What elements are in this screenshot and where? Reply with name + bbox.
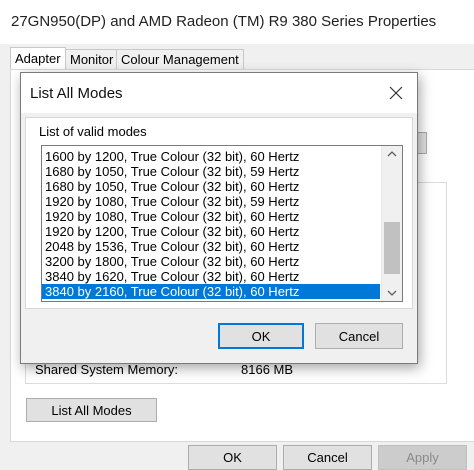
tab-monitor[interactable]: Monitor [65, 49, 119, 69]
apply-button[interactable]: Apply [378, 445, 467, 470]
dialog-cancel-button[interactable]: Cancel [315, 323, 403, 349]
list-all-modes-dialog: List All Modes List of valid modes 1600 … [20, 72, 418, 364]
modes-scrollbar[interactable] [381, 146, 402, 301]
shared-memory-value: 8166 MB [241, 362, 294, 377]
list-item[interactable]: 1680 by 1050, True Colour (32 bit), 59 H… [42, 164, 380, 179]
close-icon[interactable] [385, 82, 407, 104]
list-item[interactable]: 1680 by 1050, True Colour (32 bit), 60 H… [42, 179, 380, 194]
modes-list: 1600 by 1200, True Colour (32 bit), 60 H… [42, 149, 380, 299]
list-item[interactable]: 1920 by 1080, True Colour (32 bit), 59 H… [42, 194, 380, 209]
ok-button[interactable]: OK [188, 445, 277, 470]
window-title: 27GN950(DP) and AMD Radeon (TM) R9 380 S… [11, 13, 437, 30]
list-item[interactable]: 3840 by 2160, True Colour (32 bit), 60 H… [42, 284, 380, 299]
valid-modes-group: List of valid modes 1600 by 1200, True C… [25, 117, 413, 309]
tab-adapter[interactable]: Adapter [10, 47, 66, 70]
list-item[interactable]: 1920 by 1200, True Colour (32 bit), 60 H… [42, 224, 380, 239]
scroll-down-arrow-icon[interactable] [382, 284, 402, 301]
list-item[interactable]: 3200 by 1800, True Colour (32 bit), 60 H… [42, 254, 380, 269]
scrollbar-thumb[interactable] [384, 222, 400, 274]
list-all-modes-button[interactable]: List All Modes [26, 398, 157, 422]
list-item[interactable]: 3840 by 1620, True Colour (32 bit), 60 H… [42, 269, 380, 284]
dialog-ok-button[interactable]: OK [218, 323, 304, 349]
dialog-titlebar: List All Modes [21, 73, 417, 113]
adapter-properties-button-edge[interactable] [417, 132, 427, 154]
cancel-button[interactable]: Cancel [283, 445, 372, 470]
scroll-up-arrow-icon[interactable] [382, 146, 402, 163]
window-titlebar: 27GN950(DP) and AMD Radeon (TM) R9 380 S… [0, 0, 474, 44]
list-item[interactable]: 1920 by 1080, True Colour (32 bit), 60 H… [42, 209, 380, 224]
modes-listbox[interactable]: 1600 by 1200, True Colour (32 bit), 60 H… [41, 145, 403, 302]
list-item[interactable]: 1600 by 1200, True Colour (32 bit), 60 H… [42, 149, 380, 164]
dialog-title: List All Modes [30, 85, 123, 102]
list-item[interactable]: 2048 by 1536, True Colour (32 bit), 60 H… [42, 239, 380, 254]
shared-memory-label: Shared System Memory: [35, 362, 179, 377]
tab-colour-management[interactable]: Colour Management [116, 49, 244, 69]
valid-modes-label: List of valid modes [39, 124, 147, 139]
